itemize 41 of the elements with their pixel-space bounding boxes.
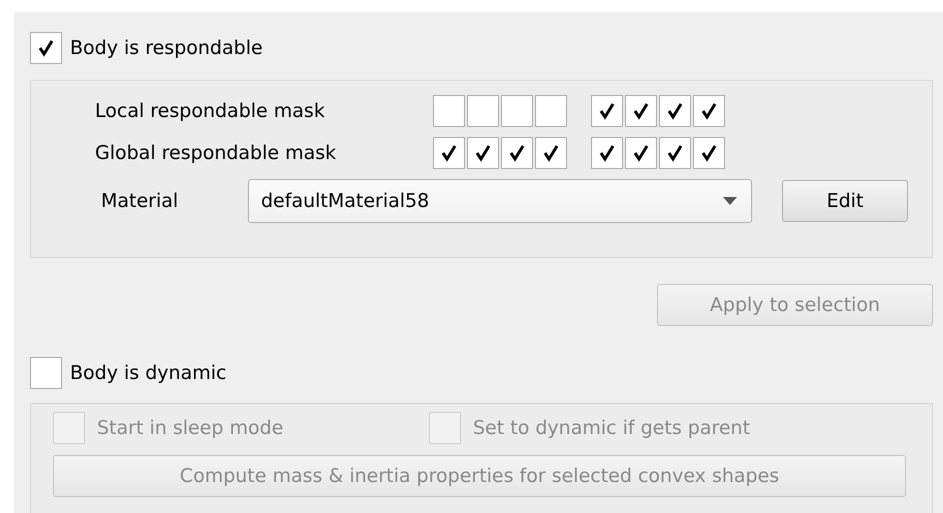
material-dropdown[interactable]: defaultMaterial58 (248, 179, 752, 223)
check-icon (666, 102, 684, 120)
checkbox[interactable] (625, 95, 657, 127)
dropdown-arrow-icon (723, 197, 737, 205)
check-icon (37, 39, 55, 57)
checkbox[interactable] (30, 32, 62, 64)
check-icon (440, 144, 458, 162)
checkbox[interactable] (433, 95, 465, 127)
check-icon (700, 144, 718, 162)
check-icon (474, 144, 492, 162)
mask-label: Local respondable mask (95, 98, 326, 124)
checkbox[interactable] (30, 357, 62, 389)
check-icon (632, 144, 650, 162)
check-icon (508, 144, 526, 162)
material-label: Material (101, 188, 180, 214)
edit-button[interactable]: Edit (782, 180, 908, 222)
checkbox[interactable] (693, 137, 725, 169)
checkbox[interactable] (625, 137, 657, 169)
checkbox-label: Set to dynamic if gets parent (473, 416, 750, 441)
checkbox[interactable] (501, 137, 533, 169)
checkbox-label: Body is dynamic (70, 360, 226, 386)
mask-label: Global respondable mask (95, 140, 338, 166)
checkbox-label: Body is respondable (70, 36, 263, 61)
checkbox[interactable] (433, 137, 465, 169)
check-icon (598, 102, 616, 120)
checkbox-label: Start in sleep mode (97, 416, 284, 441)
check-icon (700, 102, 718, 120)
checkbox[interactable] (659, 137, 691, 169)
checkbox[interactable] (693, 95, 725, 127)
check-icon (598, 144, 616, 162)
checkbox[interactable] (535, 95, 567, 127)
checkbox[interactable] (535, 137, 567, 169)
checkbox[interactable] (659, 95, 691, 127)
checkbox[interactable] (591, 137, 623, 169)
check-icon (542, 144, 560, 162)
checkbox[interactable] (591, 95, 623, 127)
check-icon (666, 144, 684, 162)
checkbox[interactable] (501, 95, 533, 127)
checkbox[interactable] (467, 137, 499, 169)
checkbox[interactable] (467, 95, 499, 127)
check-icon (632, 102, 650, 120)
